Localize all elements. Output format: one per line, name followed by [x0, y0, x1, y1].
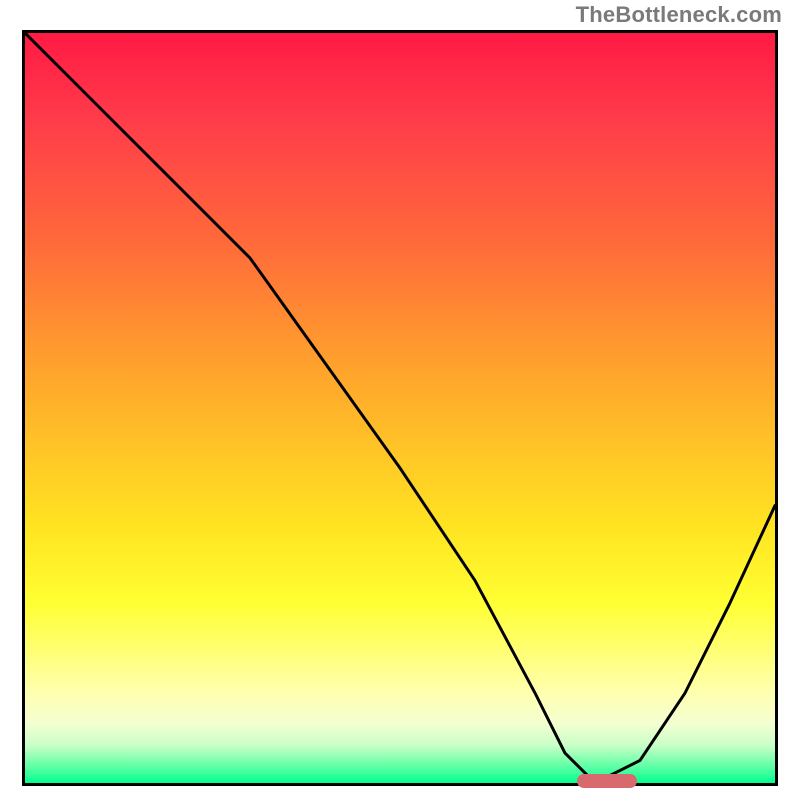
plot-area: [22, 30, 778, 786]
bottleneck-marker: [577, 774, 637, 788]
watermark-text: TheBottleneck.com: [576, 2, 782, 28]
line-curve: [25, 33, 775, 783]
chart-container: TheBottleneck.com: [0, 0, 800, 800]
